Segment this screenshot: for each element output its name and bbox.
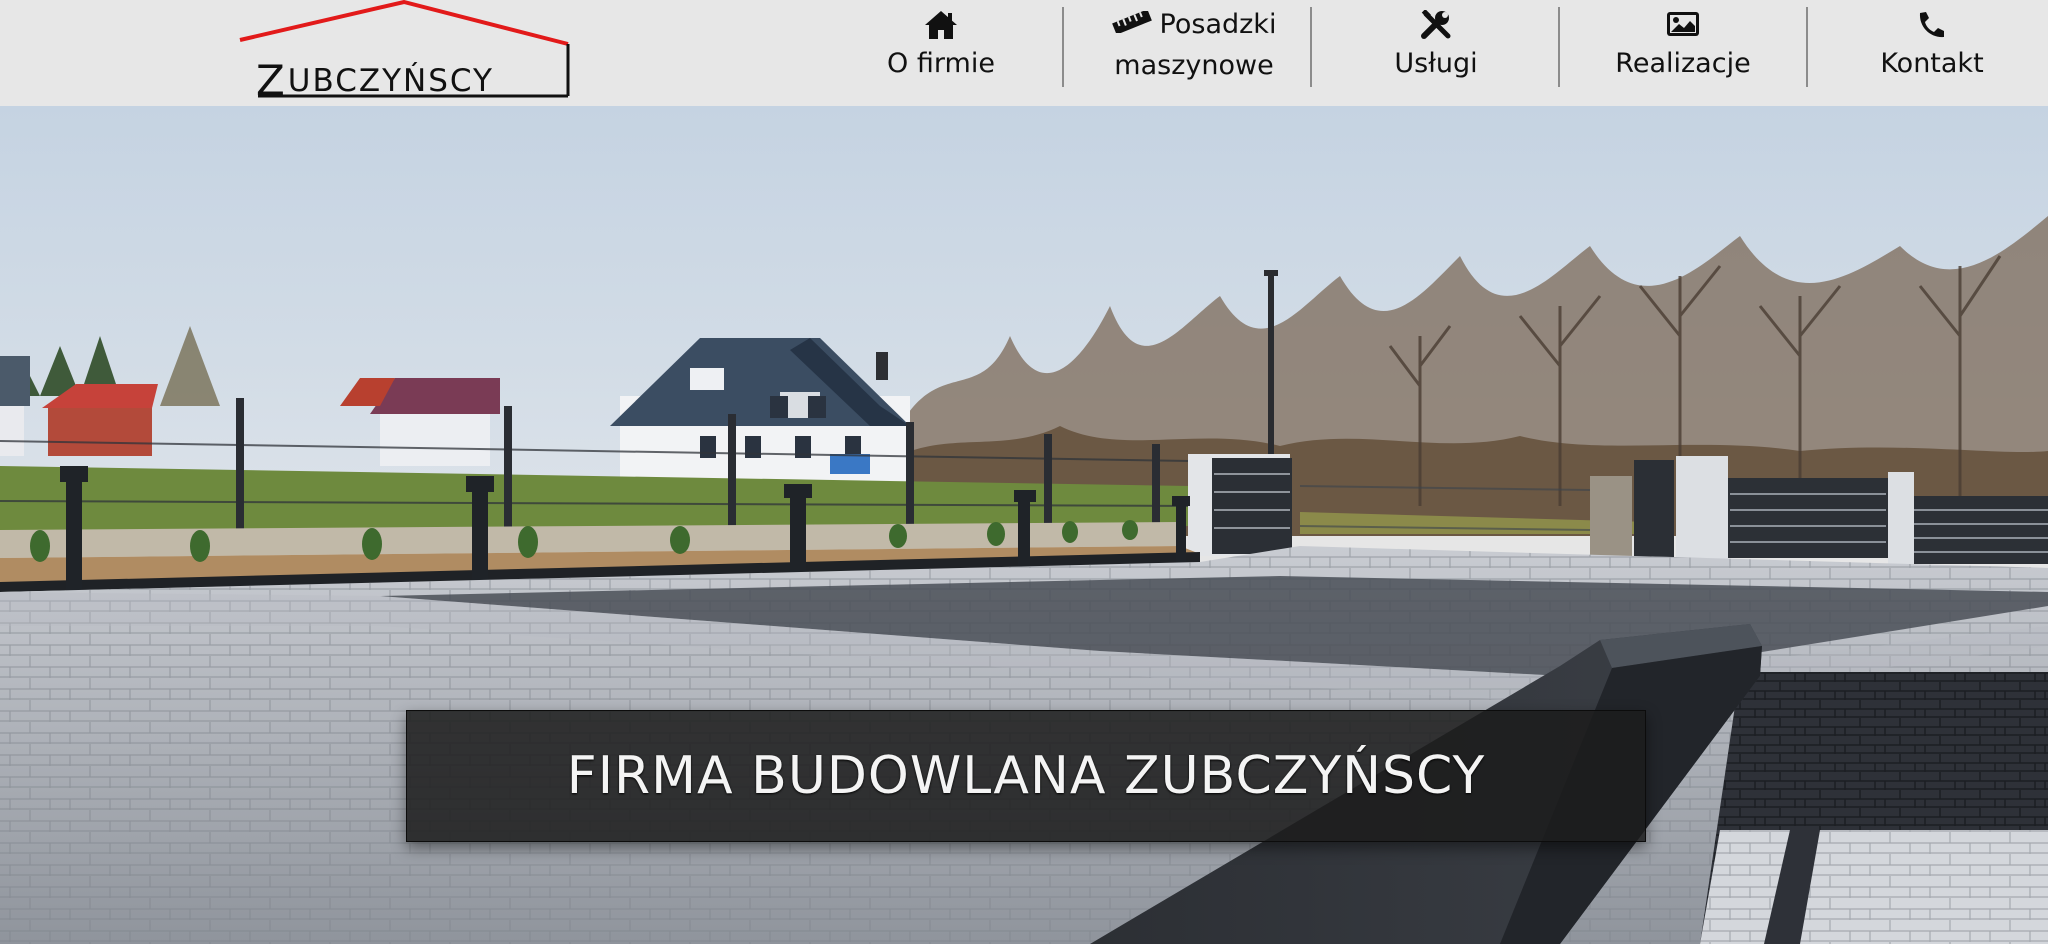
nav-divider (1062, 7, 1064, 87)
hero-title-banner: FIRMA BUDOWLANA ZUBCZYŃSCY (406, 710, 1646, 842)
company-logo[interactable]: ZUBCZYŃSCY (236, 0, 572, 105)
nav-item-label: O firmie (887, 48, 995, 79)
phone-icon (1874, 6, 1990, 44)
nav-item-o-firmie[interactable]: O firmie (872, 6, 1010, 92)
nav-item-label: Kontakt (1880, 48, 1984, 79)
nav-item-uslugi[interactable]: Usługi (1374, 6, 1498, 92)
nav-item-label: Usługi (1394, 48, 1478, 79)
nav-item-label: Realizacje (1615, 48, 1751, 79)
hero-section: FIRMA BUDOWLANA ZUBCZYŃSCY (0, 106, 2048, 944)
nav-divider (1558, 7, 1560, 87)
logo-wordmark: ZUBCZYŃSCY (256, 56, 494, 105)
hero-title: FIRMA BUDOWLANA ZUBCZYŃSCY (566, 746, 1486, 806)
nav-item-label-line1: Posadzki (1159, 9, 1277, 40)
nav-item-kontakt[interactable]: Kontakt (1874, 6, 1990, 92)
image-icon (1608, 6, 1758, 44)
ruler-icon (1111, 5, 1160, 45)
nav-item-realizacje[interactable]: Realizacje (1608, 6, 1758, 92)
nav-item-label-line2: maszynowe (1114, 50, 1274, 81)
nav-divider (1806, 7, 1808, 87)
nav-item-posadzki-maszynowe[interactable]: Posadzki maszynowe (1098, 6, 1290, 92)
nav-divider (1310, 7, 1312, 87)
tools-icon (1374, 6, 1498, 44)
home-icon (872, 6, 1010, 44)
site-header: ZUBCZYŃSCY O firmie Posadzki maszynowe U… (0, 0, 2048, 106)
